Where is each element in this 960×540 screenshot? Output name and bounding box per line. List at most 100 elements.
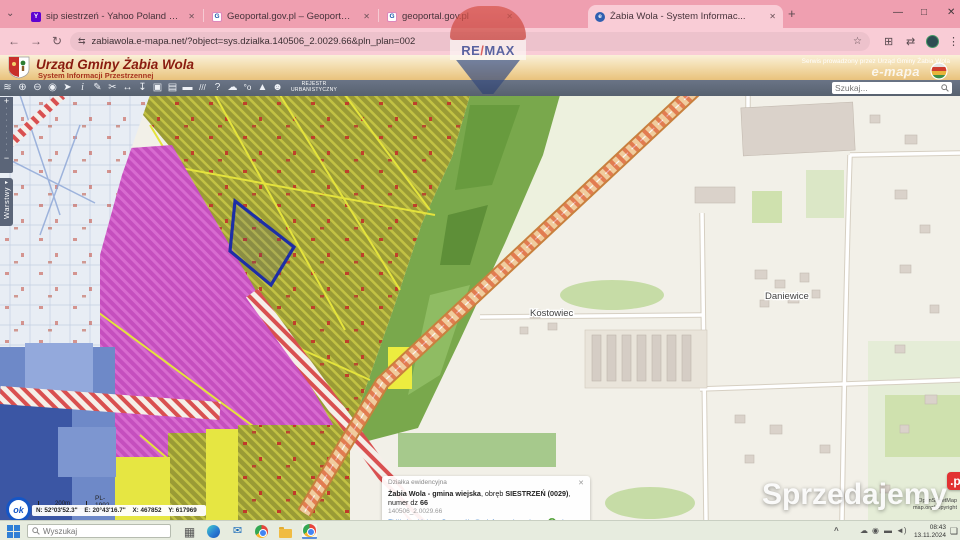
clock-date: 13.11.2024 [914, 532, 946, 540]
comments-icon[interactable]: ▬ [180, 80, 195, 96]
reload-icon[interactable]: ↻ [52, 34, 62, 48]
map-canvas[interactable]: Kostowiec Daniewice [0, 95, 960, 520]
map-search-input[interactable] [835, 83, 941, 93]
emapa-logo: e-mapa [871, 64, 920, 79]
tray-cloud-icon[interactable]: ☁ [860, 526, 868, 536]
geoportal-favicon: G [212, 12, 222, 22]
emapa-favicon: e [595, 12, 605, 22]
tab-title: geoportal.gov.pl [402, 11, 497, 22]
download-profile-icon[interactable]: ↧ [135, 80, 150, 96]
tab-title: Geoportal.gov.pl – Geoportal... [227, 11, 354, 22]
gis-header: Urząd Gminy Żabia Wola System Informacji… [0, 55, 960, 80]
folder-icon[interactable] [278, 524, 293, 539]
outlook-icon[interactable]: ✉ [230, 524, 245, 539]
address-bar[interactable]: ⇆ zabiawola.e-mapa.net/?object=sys.dzial… [70, 32, 870, 51]
url-text[interactable]: zabiawola.e-mapa.net/?object=sys.dzialka… [92, 36, 847, 47]
browser-url-row: ← → ↻ ⇆ zabiawola.e-mapa.net/?object=sys… [0, 28, 960, 55]
chrome-active-icon[interactable] [302, 524, 317, 539]
close-icon[interactable]: ✕ [578, 479, 584, 487]
tab-yahoo[interactable]: Y sip siestrzeń - Yahoo Poland W... ✕ [24, 5, 202, 28]
screen: Kostowiec Daniewice ⌄ Y sip siestrzeń - … [0, 0, 960, 540]
clear-icon[interactable]: ✂ [105, 80, 120, 96]
zoom-out-button[interactable]: − [0, 154, 13, 163]
task-view-icon[interactable]: ▦ [182, 524, 197, 539]
close-tab-icon[interactable]: ✕ [363, 12, 370, 21]
help-icon[interactable]: ? [210, 80, 225, 96]
coordinates-icon[interactable]: °o [240, 80, 255, 96]
tab-title: Żabia Wola - System Informac... [610, 11, 760, 22]
back-icon[interactable]: ← [8, 34, 20, 48]
pointer-icon[interactable]: ➤ [60, 80, 75, 96]
geoportal-favicon: G [387, 12, 397, 22]
tab-geoportal-2[interactable]: G geoportal.gov.pl ✕ [380, 5, 520, 28]
taskbar-search-box[interactable] [27, 524, 171, 538]
minimize-button[interactable]: — [893, 7, 903, 18]
zoom-control[interactable]: + ········ − [0, 97, 13, 173]
cloud-services-icon[interactable]: ☁ [225, 80, 240, 96]
tab-geoportal-1[interactable]: G Geoportal.gov.pl – Geoportal... ✕ [205, 5, 377, 28]
forward-icon[interactable]: → [30, 34, 42, 48]
browser-tab-bar: ⌄ Y sip siestrzeń - Yahoo Poland W... ✕ … [0, 0, 960, 28]
tray-status-icon[interactable]: ◉ [872, 526, 879, 536]
coord-y: Y: 617969 [168, 507, 197, 514]
zoom-in-icon[interactable]: ⊕ [15, 80, 30, 96]
windows-taskbar: ▦ ✉ ^ ☁ ◉ ▬ ◄) 08:43 13.11.2024 ❏ [0, 520, 960, 540]
menu-icon[interactable]: ⋮ [948, 35, 959, 48]
register-line2: URBANISTYCZNY [291, 88, 337, 94]
map-search-box[interactable] [832, 82, 952, 94]
tray-volume-icon[interactable]: ◄) [896, 526, 907, 536]
profile-avatar[interactable] [926, 35, 939, 48]
notification-center-icon[interactable]: ❏ [950, 526, 958, 537]
tab-search-icon[interactable]: ⌄ [6, 8, 14, 19]
taskbar-search-input[interactable] [43, 527, 166, 536]
emapa-globe-icon [930, 62, 948, 80]
map-label-kostowiec: Kostowiec [530, 308, 574, 319]
tray-chat-icon[interactable]: ▬ [884, 526, 892, 536]
zoom-slider[interactable]: ········ [0, 106, 13, 154]
maximize-button[interactable]: □ [921, 7, 927, 18]
layers-icon[interactable]: ≋ [0, 80, 15, 96]
measure-icon[interactable]: ↔ [120, 80, 135, 96]
parcel-number: 66 [420, 498, 428, 507]
bookmark-star-icon[interactable]: ☆ [853, 36, 862, 47]
copy-view-icon[interactable]: ▣ [150, 80, 165, 96]
new-tab-button[interactable]: + [788, 6, 796, 21]
identify-icon[interactable]: i [75, 80, 90, 96]
layers-panel-tab[interactable]: ▸ Warstwy [0, 178, 13, 226]
tab-title: sip siestrzeń - Yahoo Poland W... [46, 11, 179, 22]
extensions-icon[interactable]: ⊞ [884, 35, 893, 48]
start-button[interactable] [7, 525, 20, 538]
expand-arrow-icon: ▸ [5, 180, 8, 187]
panels-icon[interactable]: ▤ [165, 80, 180, 96]
hatch-measure-icon[interactable]: /// [195, 80, 210, 96]
parcel-obreb: SIESTRZEŃ (0029) [505, 489, 568, 498]
register-urbanistyczny-button[interactable]: REJESTR URBANISTYCZNY [291, 82, 337, 94]
yahoo-favicon: Y [31, 12, 41, 22]
coord-x: X: 467852 [132, 507, 161, 514]
panel-title: Działka ewidencyjna [388, 479, 447, 487]
close-tab-icon[interactable]: ✕ [188, 12, 195, 21]
tray-caret-icon[interactable]: ^ [834, 526, 839, 536]
coordinates-readout: N: 52°03'52.3" E: 20°43'16.7" X: 467852 … [32, 505, 206, 516]
search-icon [941, 84, 949, 92]
close-window-button[interactable]: ✕ [947, 7, 955, 18]
close-tab-icon[interactable]: ✕ [506, 12, 513, 21]
gis-toolbar: ≋ ⊕ ⊖ ◉ ➤ i ✎ ✂ ↔ ↧ ▣ ▤ ▬ /// ? ☁ °o ▲ ☻… [0, 80, 960, 96]
chrome-icon[interactable] [254, 524, 269, 539]
zoom-out-icon[interactable]: ⊖ [30, 80, 45, 96]
clock-time: 08:43 [914, 524, 946, 532]
draw-icon[interactable]: ✎ [90, 80, 105, 96]
tab-zabia-wola-active[interactable]: e Żabia Wola - System Informac... ✕ [588, 5, 783, 28]
parcel-place: Żabia Wola - gmina wiejska [388, 489, 481, 498]
terrain-icon[interactable]: ▲ [255, 80, 270, 96]
edge-icon[interactable] [206, 524, 221, 539]
page-subtitle: System Informacji Przestrzennej [38, 71, 153, 80]
coat-of-arms [8, 56, 30, 79]
full-extent-icon[interactable]: ◉ [45, 80, 60, 96]
search-icon [32, 527, 40, 535]
send-tab-icon[interactable]: ⇄ [906, 35, 915, 48]
site-info-icon[interactable]: ⇆ [78, 36, 86, 47]
close-tab-icon[interactable]: ✕ [769, 12, 776, 21]
taskbar-clock[interactable]: 08:43 13.11.2024 [914, 524, 946, 540]
user-profile-icon[interactable]: ☻ [270, 80, 285, 96]
